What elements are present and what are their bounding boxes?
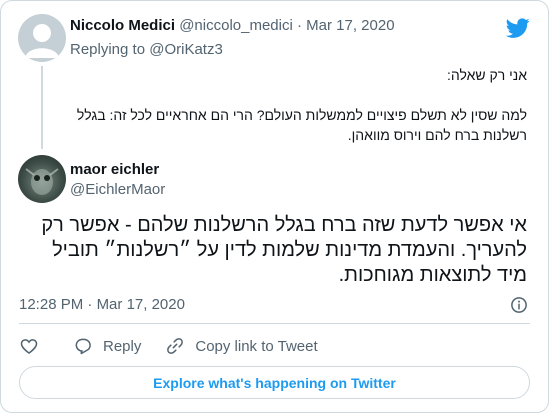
reply-label: Reply xyxy=(103,337,142,355)
like-button[interactable] xyxy=(19,336,49,356)
quoted-user-avatar[interactable] xyxy=(18,14,66,62)
replying-prefix: Replying to xyxy=(70,41,146,58)
tweet-text-body: אי אפשר לדעת שזה ברח בגלל הרשלנות שלהם -… xyxy=(41,214,527,286)
user-name[interactable]: maor eichler xyxy=(70,161,159,178)
reply-icon xyxy=(75,338,91,355)
quoted-tweet-header: Niccolo Medici @niccolo_medici · Mar 17,… xyxy=(70,17,395,34)
user-handle[interactable]: @EichlerMaor xyxy=(70,181,165,198)
quoted-tweet-line: למה שסין לא תשלם פיצויים לממשלות העולם? … xyxy=(76,107,527,143)
divider xyxy=(19,323,530,324)
explore-label: Explore what's happening on Twitter xyxy=(153,374,396,391)
copy-link-label: Copy link to Tweet xyxy=(195,337,318,355)
explore-twitter-button[interactable]: Explore what's happening on Twitter xyxy=(19,366,530,399)
reply-button[interactable]: Reply xyxy=(73,336,141,356)
default-avatar-icon xyxy=(25,24,59,58)
twitter-bird-icon[interactable] xyxy=(506,16,530,40)
copy-link-button[interactable]: Copy link to Tweet xyxy=(165,336,318,356)
replying-to-line: Replying to @OriKatz3 xyxy=(70,41,223,58)
header-separator: · xyxy=(296,17,302,34)
info-icon[interactable] xyxy=(510,296,528,314)
quoted-tweet-date[interactable]: Mar 17, 2020 xyxy=(306,17,394,34)
embedded-tweet-card: Niccolo Medici @niccolo_medici · Mar 17,… xyxy=(0,0,549,413)
timestamp-separator: · xyxy=(87,296,93,313)
thread-connector-line xyxy=(41,66,43,149)
tweet-actions: Reply Copy link to Tweet xyxy=(19,334,342,358)
replying-to-handle[interactable]: @OriKatz3 xyxy=(149,41,223,58)
quoted-tweet-line: אני רק שאלה: xyxy=(446,67,527,83)
user-avatar[interactable] xyxy=(18,155,66,203)
tweet-time: 12:28 PM xyxy=(19,296,84,313)
quoted-tweet-text: אני רק שאלה: למה שסין לא תשלם פיצויים למ… xyxy=(70,65,527,145)
tweet-timestamp[interactable]: 12:28 PM · Mar 17, 2020 xyxy=(19,296,185,313)
avatar-photo-icon xyxy=(25,168,59,195)
tweet-text: אי אפשר לדעת שזה ברח בגלל הרשלנות שלהם -… xyxy=(19,213,527,288)
link-icon xyxy=(167,338,184,354)
tweet-date: Mar 17, 2020 xyxy=(96,296,185,313)
quoted-user-name[interactable]: Niccolo Medici xyxy=(70,17,175,34)
heart-icon xyxy=(20,339,38,355)
quoted-user-handle[interactable]: @niccolo_medici xyxy=(179,17,293,34)
